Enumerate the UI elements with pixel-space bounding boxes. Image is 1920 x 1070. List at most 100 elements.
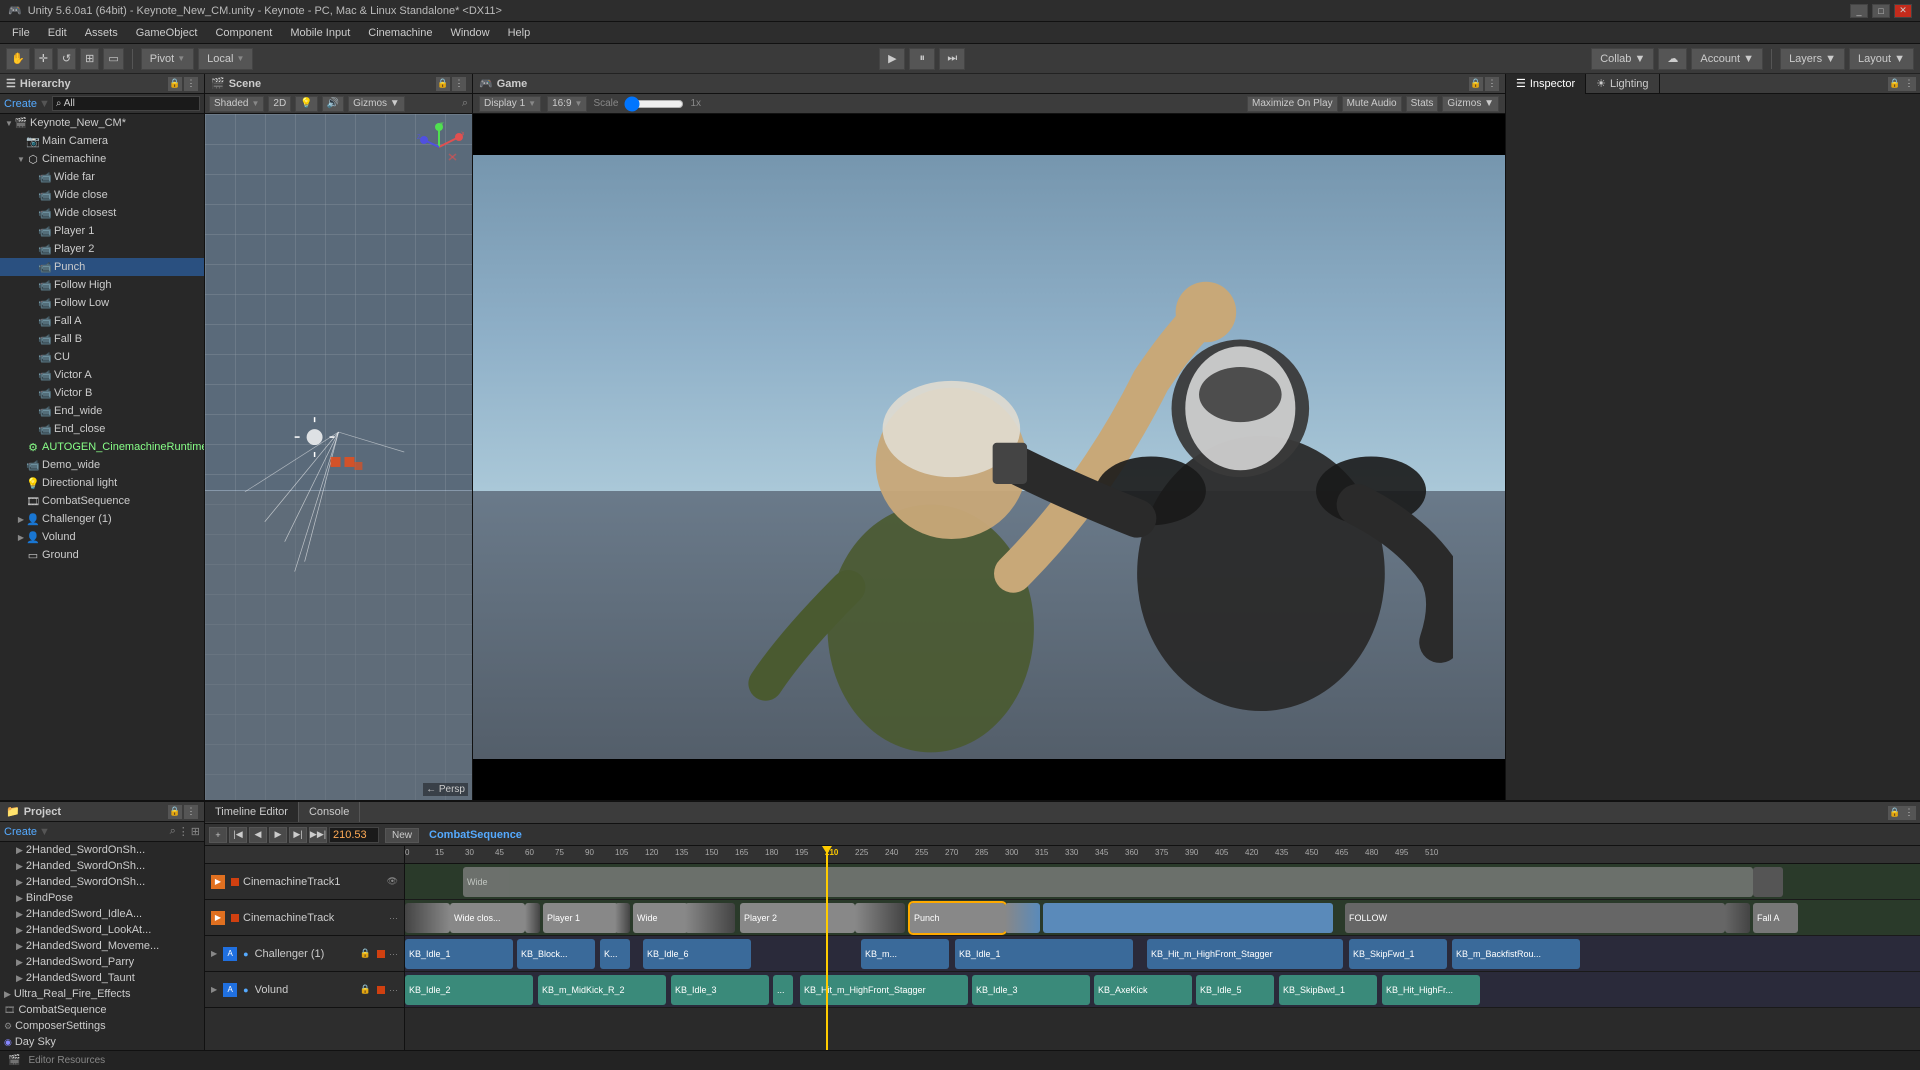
scene-audio-button[interactable]: 🔊 — [322, 96, 344, 112]
hierarchy-item-root[interactable]: ▼ 🎬 Keynote_New_CM* — [0, 114, 204, 132]
play-button[interactable]: ▶ — [879, 48, 905, 70]
hierarchy-lock-button[interactable]: 🔒 — [168, 77, 182, 91]
stats-button[interactable]: Stats — [1406, 96, 1439, 112]
clip-player1[interactable]: Player 1 — [543, 903, 618, 933]
hierarchy-item-widefar[interactable]: 📹 Wide far — [0, 168, 204, 186]
hierarchy-item-combatseq[interactable]: 🎞 CombatSequence — [0, 492, 204, 510]
scene-viewport[interactable]: X Y Z ← Persp — [205, 114, 472, 800]
game-gizmos-button[interactable]: Gizmos ▼ — [1442, 96, 1499, 112]
inspector-lock-button[interactable]: 🔒 — [1888, 77, 1902, 91]
clip-player2[interactable]: Player 2 — [740, 903, 855, 933]
clip-vl-dots[interactable]: ... — [773, 975, 793, 1005]
timeline-play-button[interactable]: ▶ — [269, 827, 287, 843]
track-label-cm2[interactable]: ▶ CinemachineTrack ··· — [205, 900, 404, 936]
clip-kb-hit-stagger[interactable]: KB_Hit_m_HighFront_Stagger — [1147, 939, 1343, 969]
hierarchy-item-wideclosest[interactable]: 📹 Wide closest — [0, 204, 204, 222]
project-item-2handed3[interactable]: ▶ 2Handed_SwordOnSh... — [0, 874, 204, 890]
timeline-menu-button[interactable]: ⋮ — [1902, 806, 1916, 820]
hierarchy-item-dirlight[interactable]: 💡 Directional light — [0, 474, 204, 492]
project-item-parry[interactable]: ▶ 2HandedSword_Parry — [0, 954, 204, 970]
hierarchy-item-endwide[interactable]: 📹 End_wide — [0, 402, 204, 420]
hierarchy-item-cinemachine[interactable]: ▼ ⬡ Cinemachine — [0, 150, 204, 168]
menu-assets[interactable]: Assets — [77, 25, 126, 41]
clip-kb-m1[interactable]: KB_m... — [861, 939, 949, 969]
clip-cm2-blend4[interactable] — [685, 903, 735, 933]
rotate-tool-button[interactable]: ↺ — [57, 48, 76, 70]
cloud-button[interactable]: ☁ — [1658, 48, 1687, 70]
pivot-button[interactable]: Pivot ▼ — [141, 48, 194, 70]
clip-cm1-end-cap[interactable] — [1753, 867, 1783, 897]
clip-vl-axekick[interactable]: KB_AxeKick — [1094, 975, 1192, 1005]
shaded-dropdown[interactable]: Shaded ▼ — [209, 96, 264, 112]
menu-cinemachine[interactable]: Cinemachine — [360, 25, 440, 41]
timeline-time-input[interactable] — [329, 827, 379, 843]
clip-cm2-end1[interactable] — [1725, 903, 1750, 933]
menu-window[interactable]: Window — [442, 25, 497, 41]
scene-lights-button[interactable]: 💡 — [295, 96, 317, 112]
hierarchy-item-demowide[interactable]: 📹 Demo_wide — [0, 456, 204, 474]
clip-cm2-blend6[interactable] — [1005, 903, 1040, 933]
clip-vl-idle5[interactable]: KB_Idle_5 — [1196, 975, 1274, 1005]
hierarchy-item-victora[interactable]: 📹 Victor A — [0, 366, 204, 384]
clip-wide-small[interactable]: Wide — [633, 903, 688, 933]
clip-vl-idle3b[interactable]: KB_Idle_3 — [972, 975, 1090, 1005]
new-button[interactable]: New — [385, 828, 419, 843]
hierarchy-item-player2[interactable]: 📹 Player 2 — [0, 240, 204, 258]
hierarchy-item-endclose[interactable]: 📹 End_close — [0, 420, 204, 438]
menu-help[interactable]: Help — [500, 25, 539, 41]
clip-vl-skipbwd[interactable]: KB_SkipBwd_1 — [1279, 975, 1377, 1005]
clip-kb-idle1[interactable]: KB_Idle_1 — [405, 939, 513, 969]
project-item-fire-effects[interactable]: ▶ Ultra_Real_Fire_Effects — [0, 986, 204, 1002]
tab-console[interactable]: Console — [299, 802, 360, 822]
clip-falla[interactable]: Fall A — [1753, 903, 1798, 933]
project-item-taunt[interactable]: ▶ 2HandedSword_Taunt — [0, 970, 204, 986]
account-button[interactable]: Account ▼ — [1691, 48, 1763, 70]
clip-kb-skipfwd[interactable]: KB_SkipFwd_1 — [1349, 939, 1447, 969]
aspect-dropdown[interactable]: 16:9 ▼ — [547, 96, 587, 112]
hierarchy-item-wideclose[interactable]: 📹 Wide close — [0, 186, 204, 204]
clip-follow[interactable] — [1043, 903, 1333, 933]
scale-tool-button[interactable]: ⊞ — [80, 48, 99, 70]
hierarchy-item-autogen[interactable]: ⚙ AUTOGEN_CinemachineRuntime V — [0, 438, 204, 456]
clip-follow-label[interactable]: FOLLOW — [1345, 903, 1725, 933]
clip-cm2-blend3[interactable] — [615, 903, 630, 933]
timeline-step-fwd-button[interactable]: ▶| — [289, 827, 307, 843]
hierarchy-item-victorb[interactable]: 📹 Victor B — [0, 384, 204, 402]
scene-lock-button[interactable]: 🔒 — [436, 77, 450, 91]
hierarchy-create-button[interactable]: Create — [4, 98, 37, 110]
2d-button[interactable]: 2D — [268, 96, 291, 112]
project-item-composersettings[interactable]: ⚙ ComposerSettings — [0, 1018, 204, 1034]
scale-slider[interactable] — [624, 96, 684, 112]
timeline-lock-button[interactable]: 🔒 — [1888, 806, 1902, 820]
project-menu-button[interactable]: ⋮ — [184, 805, 198, 819]
layout-button[interactable]: Layout ▼ — [1849, 48, 1914, 70]
rect-tool-button[interactable]: ▭ — [103, 48, 123, 70]
project-item-2handed2[interactable]: ▶ 2Handed_SwordOnSh... — [0, 858, 204, 874]
move-tool-button[interactable]: ✛ — [34, 48, 53, 70]
maximize-on-play-button[interactable]: Maximize On Play — [1247, 96, 1338, 112]
maximize-button[interactable]: □ — [1872, 4, 1890, 18]
tab-lighting[interactable]: ☀ Lighting — [1586, 74, 1659, 94]
timeline-step-back-button[interactable]: ◀ — [249, 827, 267, 843]
clip-wide-main[interactable]: Wide — [463, 867, 1753, 897]
scene-menu-button[interactable]: ⋮ — [452, 77, 466, 91]
clip-cm2-blend1[interactable] — [405, 903, 450, 933]
clip-vl-idle2[interactable]: KB_Idle_2 — [405, 975, 533, 1005]
clip-kb-idle1b[interactable]: KB_Idle_1 — [955, 939, 1133, 969]
collab-button[interactable]: Collab ▼ — [1591, 48, 1654, 70]
game-viewport[interactable] — [473, 114, 1505, 800]
tab-inspector[interactable]: ☰ Inspector — [1506, 74, 1586, 94]
hierarchy-item-player1[interactable]: 📹 Player 1 — [0, 222, 204, 240]
track-label-volund[interactable]: ▶ A ● Volund 🔒 ··· — [205, 972, 404, 1008]
display-dropdown[interactable]: Display 1 ▼ — [479, 96, 541, 112]
project-item-movement[interactable]: ▶ 2HandedSword_Moveme... — [0, 938, 204, 954]
menu-component[interactable]: Component — [207, 25, 280, 41]
gizmos-dropdown[interactable]: Gizmos ▼ — [348, 96, 405, 112]
hierarchy-item-cu[interactable]: 📹 CU — [0, 348, 204, 366]
project-item-combatseq[interactable]: 🎞 CombatSequence — [0, 1002, 204, 1018]
close-button[interactable]: ✕ — [1894, 4, 1912, 18]
menu-gameobject[interactable]: GameObject — [128, 25, 206, 41]
hierarchy-menu-button[interactable]: ⋮ — [184, 77, 198, 91]
timeline-tracks[interactable]: 0 15 30 45 60 75 90 105 120 135 150 165 … — [405, 846, 1920, 1050]
layers-button[interactable]: Layers ▼ — [1780, 48, 1845, 70]
